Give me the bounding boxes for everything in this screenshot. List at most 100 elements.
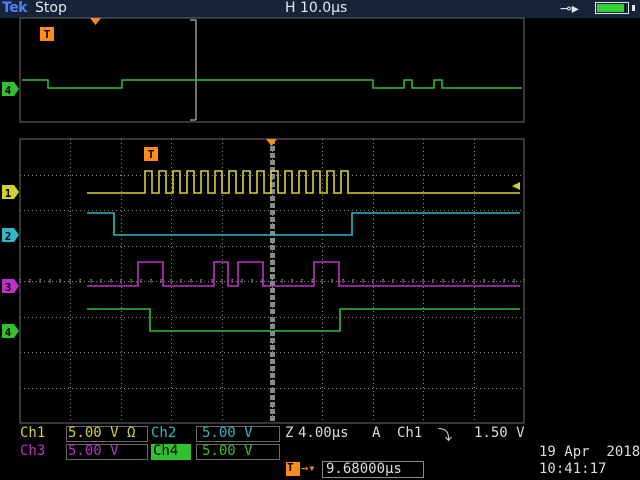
grid-dot	[348, 352, 349, 353]
ch4-label[interactable]: Ch4	[153, 443, 178, 459]
grid-dot	[208, 317, 209, 318]
grid-dot	[474, 195, 475, 196]
ch1-scale[interactable]: 5.00 V Ω	[68, 425, 135, 441]
grid-dot	[70, 211, 71, 212]
grid-dot	[24, 317, 25, 318]
grid-dot	[384, 175, 385, 176]
channel-3-marker[interactable]: 3	[2, 279, 19, 294]
grid-dot	[171, 255, 172, 256]
grid-dot	[384, 246, 385, 247]
grid-dot	[70, 415, 71, 416]
grid-dot	[373, 347, 374, 348]
grid-dot	[64, 352, 65, 353]
grid-dot	[372, 317, 373, 318]
grid-dot	[384, 352, 385, 353]
ch4-scale[interactable]: 5.00 V	[202, 443, 253, 459]
trigger-mode[interactable]: A	[372, 425, 380, 441]
grid-dot	[373, 259, 374, 260]
grid-dot	[70, 367, 71, 368]
grid-dot	[508, 246, 509, 247]
grid-dot	[324, 281, 325, 282]
grid-dot	[388, 175, 389, 176]
grid-dot	[171, 211, 172, 212]
grid-dot	[340, 281, 341, 282]
grid-dot	[222, 243, 223, 244]
grid-dot	[72, 388, 73, 389]
ch2-label[interactable]: Ch2	[151, 425, 176, 441]
grid-dot	[292, 246, 293, 247]
grid-dot	[171, 327, 172, 328]
grid-dot	[184, 210, 185, 211]
grid-dot	[508, 388, 509, 389]
grid-dot	[70, 219, 71, 220]
grid-dot	[52, 175, 53, 176]
trigger-source[interactable]: Ch1	[397, 425, 422, 441]
grid-dot	[428, 210, 429, 211]
trigger-level[interactable]: 1.50 V	[474, 425, 525, 441]
grid-dot	[322, 415, 323, 416]
grid-dot	[252, 210, 253, 211]
trigger-slope-icon[interactable]: ⤵	[438, 425, 452, 445]
grid-dot	[404, 175, 405, 176]
grid-dot	[476, 352, 477, 353]
grid-dot	[222, 391, 223, 392]
grid-dot	[373, 391, 374, 392]
channel-1-marker[interactable]: 1	[2, 185, 19, 200]
grid-dot	[423, 307, 424, 308]
grid-dot	[222, 227, 223, 228]
grid-dot	[121, 195, 122, 196]
ch1-label[interactable]: Ch1	[20, 425, 45, 441]
zoom-scale[interactable]: 4.00µs	[298, 425, 349, 441]
grid-dot	[256, 281, 257, 282]
ch3-scale[interactable]: 5.00 V	[68, 443, 119, 459]
grid-dot	[360, 246, 361, 247]
grid-dot	[474, 343, 475, 344]
grid-dot	[168, 210, 169, 211]
grid-dot	[474, 163, 475, 164]
grid-dot	[376, 352, 377, 353]
trigger-position-value[interactable]: 9.68000µs	[326, 461, 402, 477]
grid-dot	[70, 371, 71, 372]
grid-dot	[121, 387, 122, 388]
grid-dot	[308, 281, 309, 282]
grid-dot	[270, 366, 275, 371]
grid-dot	[44, 175, 45, 176]
channel-2-marker[interactable]: 2	[2, 228, 19, 243]
grid-dot	[92, 281, 93, 282]
grid-dot	[423, 187, 424, 188]
grid-dot	[68, 388, 69, 389]
grid-dot	[116, 281, 117, 282]
grid-dot	[121, 295, 122, 296]
grid-dot	[368, 175, 369, 176]
grid-dot	[316, 210, 317, 211]
grid-dot	[121, 255, 122, 256]
grid-dot	[84, 388, 85, 389]
grid-dot	[373, 239, 374, 240]
grid-dot	[270, 238, 275, 243]
grid-dot	[440, 175, 441, 176]
grid-dot	[284, 388, 285, 389]
grid-dot	[340, 352, 341, 353]
grid-dot	[222, 307, 223, 308]
grid-dot	[300, 317, 301, 318]
grid-dot	[220, 246, 221, 247]
grid-dot	[423, 319, 424, 320]
grid-dot	[176, 210, 177, 211]
grid-dot	[132, 210, 133, 211]
grid-dot	[300, 352, 301, 353]
ch2-scale[interactable]: 5.00 V	[202, 425, 253, 441]
grid-dot	[412, 388, 413, 389]
grid-dot	[468, 352, 469, 353]
grid-dot	[322, 327, 323, 328]
grid-dot	[423, 267, 424, 268]
grid-dot	[208, 352, 209, 353]
grid-dot	[474, 295, 475, 296]
ch3-label[interactable]: Ch3	[20, 443, 45, 459]
grid-dot	[32, 175, 33, 176]
grid-dot	[444, 210, 445, 211]
grid-dot	[20, 352, 21, 353]
grid-dot	[171, 383, 172, 384]
grid-dot	[272, 215, 273, 216]
grid-dot	[222, 399, 223, 400]
channel-4-marker[interactable]: 4	[2, 324, 19, 339]
